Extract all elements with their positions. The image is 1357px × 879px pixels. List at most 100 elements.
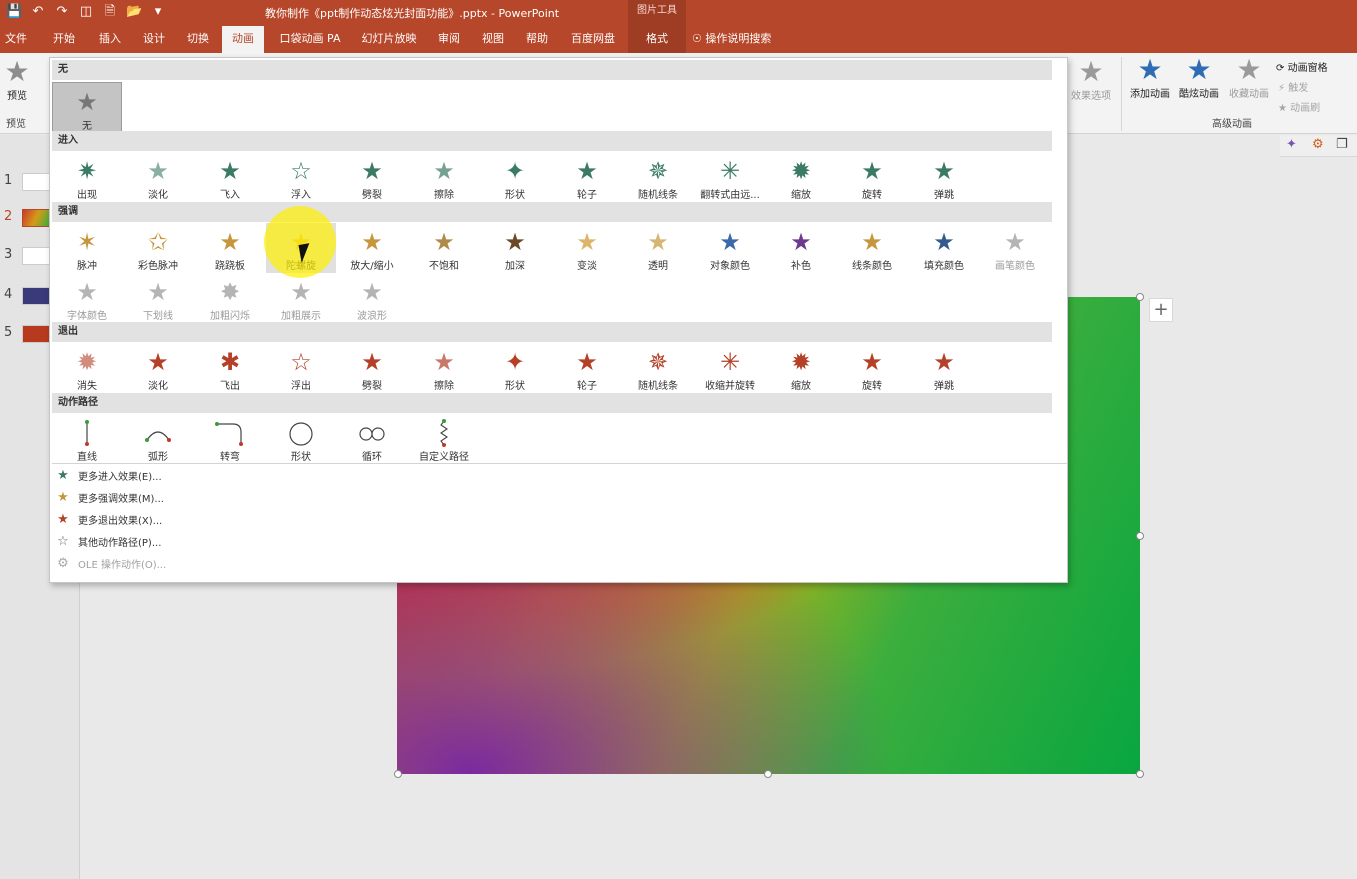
- tab-slideshow[interactable]: 幻灯片放映: [356, 26, 422, 53]
- anim-emphasis-line-color[interactable]: ★ 线条颜色: [837, 223, 907, 273]
- anim-exit-zoom[interactable]: ✹ 缩放: [766, 343, 836, 393]
- anim-exit-fly-out[interactable]: ✱ 飞出: [195, 343, 265, 393]
- anim-emphasis-teeter[interactable]: ★ 跷跷板: [195, 223, 265, 273]
- anim-emphasis-font-color[interactable]: ★ 字体颜色: [52, 273, 122, 323]
- collect-animation-button[interactable]: ★ 收藏动画: [1226, 55, 1272, 101]
- anim-path-lines[interactable]: 直线: [52, 414, 122, 464]
- layout-options-button[interactable]: +: [1149, 298, 1173, 322]
- anim-entrance-random-bars[interactable]: ✵ 随机线条: [623, 152, 693, 202]
- save-icon[interactable]: 💾: [6, 3, 22, 21]
- anim-entrance-wipe[interactable]: ★ 擦除: [409, 152, 479, 202]
- slide-thumbnail[interactable]: [22, 287, 50, 305]
- anim-emphasis-object-color[interactable]: ★ 对象颜色: [695, 223, 765, 273]
- anim-entrance-swivel[interactable]: ★ 旋转: [837, 152, 907, 202]
- more-exit-effects[interactable]: ★ 更多退出效果(X)...: [54, 509, 162, 529]
- new-icon[interactable]: 🗎: [102, 3, 118, 21]
- start-from-beginning-icon[interactable]: ◫: [78, 3, 94, 21]
- tab-format[interactable]: 格式: [628, 26, 686, 53]
- anim-path-shapes[interactable]: 形状: [266, 414, 336, 464]
- star-icon: ★: [576, 348, 598, 376]
- anim-emphasis-complementary-color[interactable]: ★ 补色: [766, 223, 836, 273]
- anim-emphasis-grow-shrink[interactable]: ★ 放大/缩小: [337, 223, 407, 273]
- anim-path-arcs[interactable]: 弧形: [123, 414, 193, 464]
- anim-exit-disappear[interactable]: ✹ 消失: [52, 343, 122, 393]
- preview-button[interactable]: ★ 预览: [2, 57, 32, 103]
- anim-exit-random-bars[interactable]: ✵ 随机线条: [623, 343, 693, 393]
- anim-emphasis-darken[interactable]: ★ 加深: [480, 223, 550, 273]
- ole-action-verbs[interactable]: ⚙ OLE 操作动作(O)...: [54, 553, 166, 573]
- tab-insert[interactable]: 插入: [92, 26, 128, 53]
- anim-exit-split[interactable]: ★ 劈裂: [337, 343, 407, 393]
- anim-entrance-split[interactable]: ★ 劈裂: [337, 152, 407, 202]
- add-animation-button[interactable]: ★ 添加动画: [1127, 55, 1173, 101]
- trigger-button[interactable]: ⚡ 触发: [1278, 79, 1308, 94]
- anim-emphasis-desaturate[interactable]: ★ 不饱和: [409, 223, 479, 273]
- anim-emphasis-brush-color[interactable]: ★ 画笔颜色: [980, 223, 1050, 273]
- resize-handle[interactable]: [1136, 532, 1144, 540]
- more-motion-paths[interactable]: ☆ 其他动作路径(P)...: [54, 531, 161, 551]
- anim-emphasis-bold-reveal[interactable]: ★ 加粗展示: [266, 273, 336, 323]
- tab-design[interactable]: 设计: [136, 26, 172, 53]
- anim-emphasis-pulse[interactable]: ✶ 脉冲: [52, 223, 122, 273]
- window-icon[interactable]: ❐: [1336, 137, 1348, 152]
- resize-handle[interactable]: [764, 770, 772, 778]
- anim-exit-swivel[interactable]: ★ 旋转: [837, 343, 907, 393]
- redo-icon[interactable]: ↷: [54, 3, 70, 21]
- anim-exit-shrink-turn[interactable]: ✳ 收缩并旋转: [695, 343, 765, 393]
- anim-exit-wheel[interactable]: ★ 轮子: [552, 343, 622, 393]
- anim-emphasis-fill-color[interactable]: ★ 填充颜色: [909, 223, 979, 273]
- anim-exit-float-out[interactable]: ☆ 浮出: [266, 343, 336, 393]
- anim-emphasis-transparency[interactable]: ★ 透明: [623, 223, 693, 273]
- anim-path-custom[interactable]: 自定义路径: [409, 414, 479, 464]
- anim-emphasis-bold-flash[interactable]: ✸ 加粗闪烁: [195, 273, 265, 323]
- tab-file[interactable]: 文件: [0, 26, 32, 53]
- tab-home[interactable]: 开始: [46, 26, 82, 53]
- anim-exit-fade[interactable]: ★ 淡化: [123, 343, 193, 393]
- anim-emphasis-lighten[interactable]: ★ 变淡: [552, 223, 622, 273]
- tab-review[interactable]: 审阅: [432, 26, 466, 53]
- anim-entrance-fade[interactable]: ★ 淡化: [123, 152, 193, 202]
- anim-entrance-shape[interactable]: ✦ 形状: [480, 152, 550, 202]
- tab-animations[interactable]: 动画: [222, 26, 264, 53]
- more-entrance-effects[interactable]: ★ 更多进入效果(E)...: [54, 465, 162, 485]
- tab-transitions[interactable]: 切换: [180, 26, 216, 53]
- animation-pane-button[interactable]: ⟳ 动画窗格: [1276, 59, 1328, 74]
- anim-entrance-fly-in[interactable]: ★ 飞入: [195, 152, 265, 202]
- undo-icon[interactable]: ↶: [30, 3, 46, 21]
- cool-animation-button[interactable]: ★ 酷炫动画: [1176, 55, 1222, 101]
- tab-baidu-netdisk[interactable]: 百度网盘: [564, 26, 622, 53]
- anim-emphasis-color-pulse[interactable]: ✩ 彩色脉冲: [123, 223, 193, 273]
- anim-entrance-grow-turn[interactable]: ✳ 翻转式由远...: [695, 152, 765, 202]
- anim-entrance-appear[interactable]: ✷ 出现: [52, 152, 122, 202]
- open-icon[interactable]: 📂: [126, 3, 142, 21]
- slide-thumbnail[interactable]: [22, 173, 50, 191]
- anim-entrance-zoom[interactable]: ✹ 缩放: [766, 152, 836, 202]
- anim-none[interactable]: ★ 无: [52, 82, 122, 132]
- customize-icon[interactable]: ▾: [150, 3, 166, 21]
- anim-emphasis-wave[interactable]: ★ 波浪形: [337, 273, 407, 323]
- anim-entrance-wheel[interactable]: ★ 轮子: [552, 152, 622, 202]
- slide-thumbnail[interactable]: [22, 325, 50, 343]
- effect-options-button[interactable]: ★ 效果选项: [1068, 57, 1114, 103]
- resize-handle[interactable]: [394, 770, 402, 778]
- anim-path-turns[interactable]: 转弯: [195, 414, 265, 464]
- anim-exit-shape[interactable]: ✦ 形状: [480, 343, 550, 393]
- anim-exit-bounce[interactable]: ★ 弹跳: [909, 343, 979, 393]
- animation-painter-button[interactable]: ★ 动画刷: [1278, 99, 1320, 114]
- anim-exit-wipe[interactable]: ★ 擦除: [409, 343, 479, 393]
- tell-me-search[interactable]: ☉ 操作说明搜索: [692, 26, 792, 53]
- resize-handle[interactable]: [1136, 770, 1144, 778]
- tab-view[interactable]: 视图: [476, 26, 510, 53]
- more-emphasis-effects[interactable]: ★ 更多强调效果(M)...: [54, 487, 164, 507]
- anim-entrance-bounce[interactable]: ★ 弹跳: [909, 152, 979, 202]
- tab-help[interactable]: 帮助: [520, 26, 554, 53]
- slide-thumbnail-current[interactable]: [22, 209, 50, 227]
- tab-pocket-animation[interactable]: 口袋动画 PA: [276, 26, 344, 53]
- anim-path-loops[interactable]: 循环: [337, 414, 407, 464]
- resize-handle[interactable]: [1136, 293, 1144, 301]
- slide-thumbnail[interactable]: [22, 247, 50, 265]
- anim-entrance-float-in[interactable]: ☆ 浮入: [266, 152, 336, 202]
- anim-emphasis-underline[interactable]: ★ 下划线: [123, 273, 193, 323]
- gear-icon[interactable]: ⚙: [1312, 137, 1324, 152]
- pin-icon[interactable]: ✦: [1286, 137, 1297, 152]
